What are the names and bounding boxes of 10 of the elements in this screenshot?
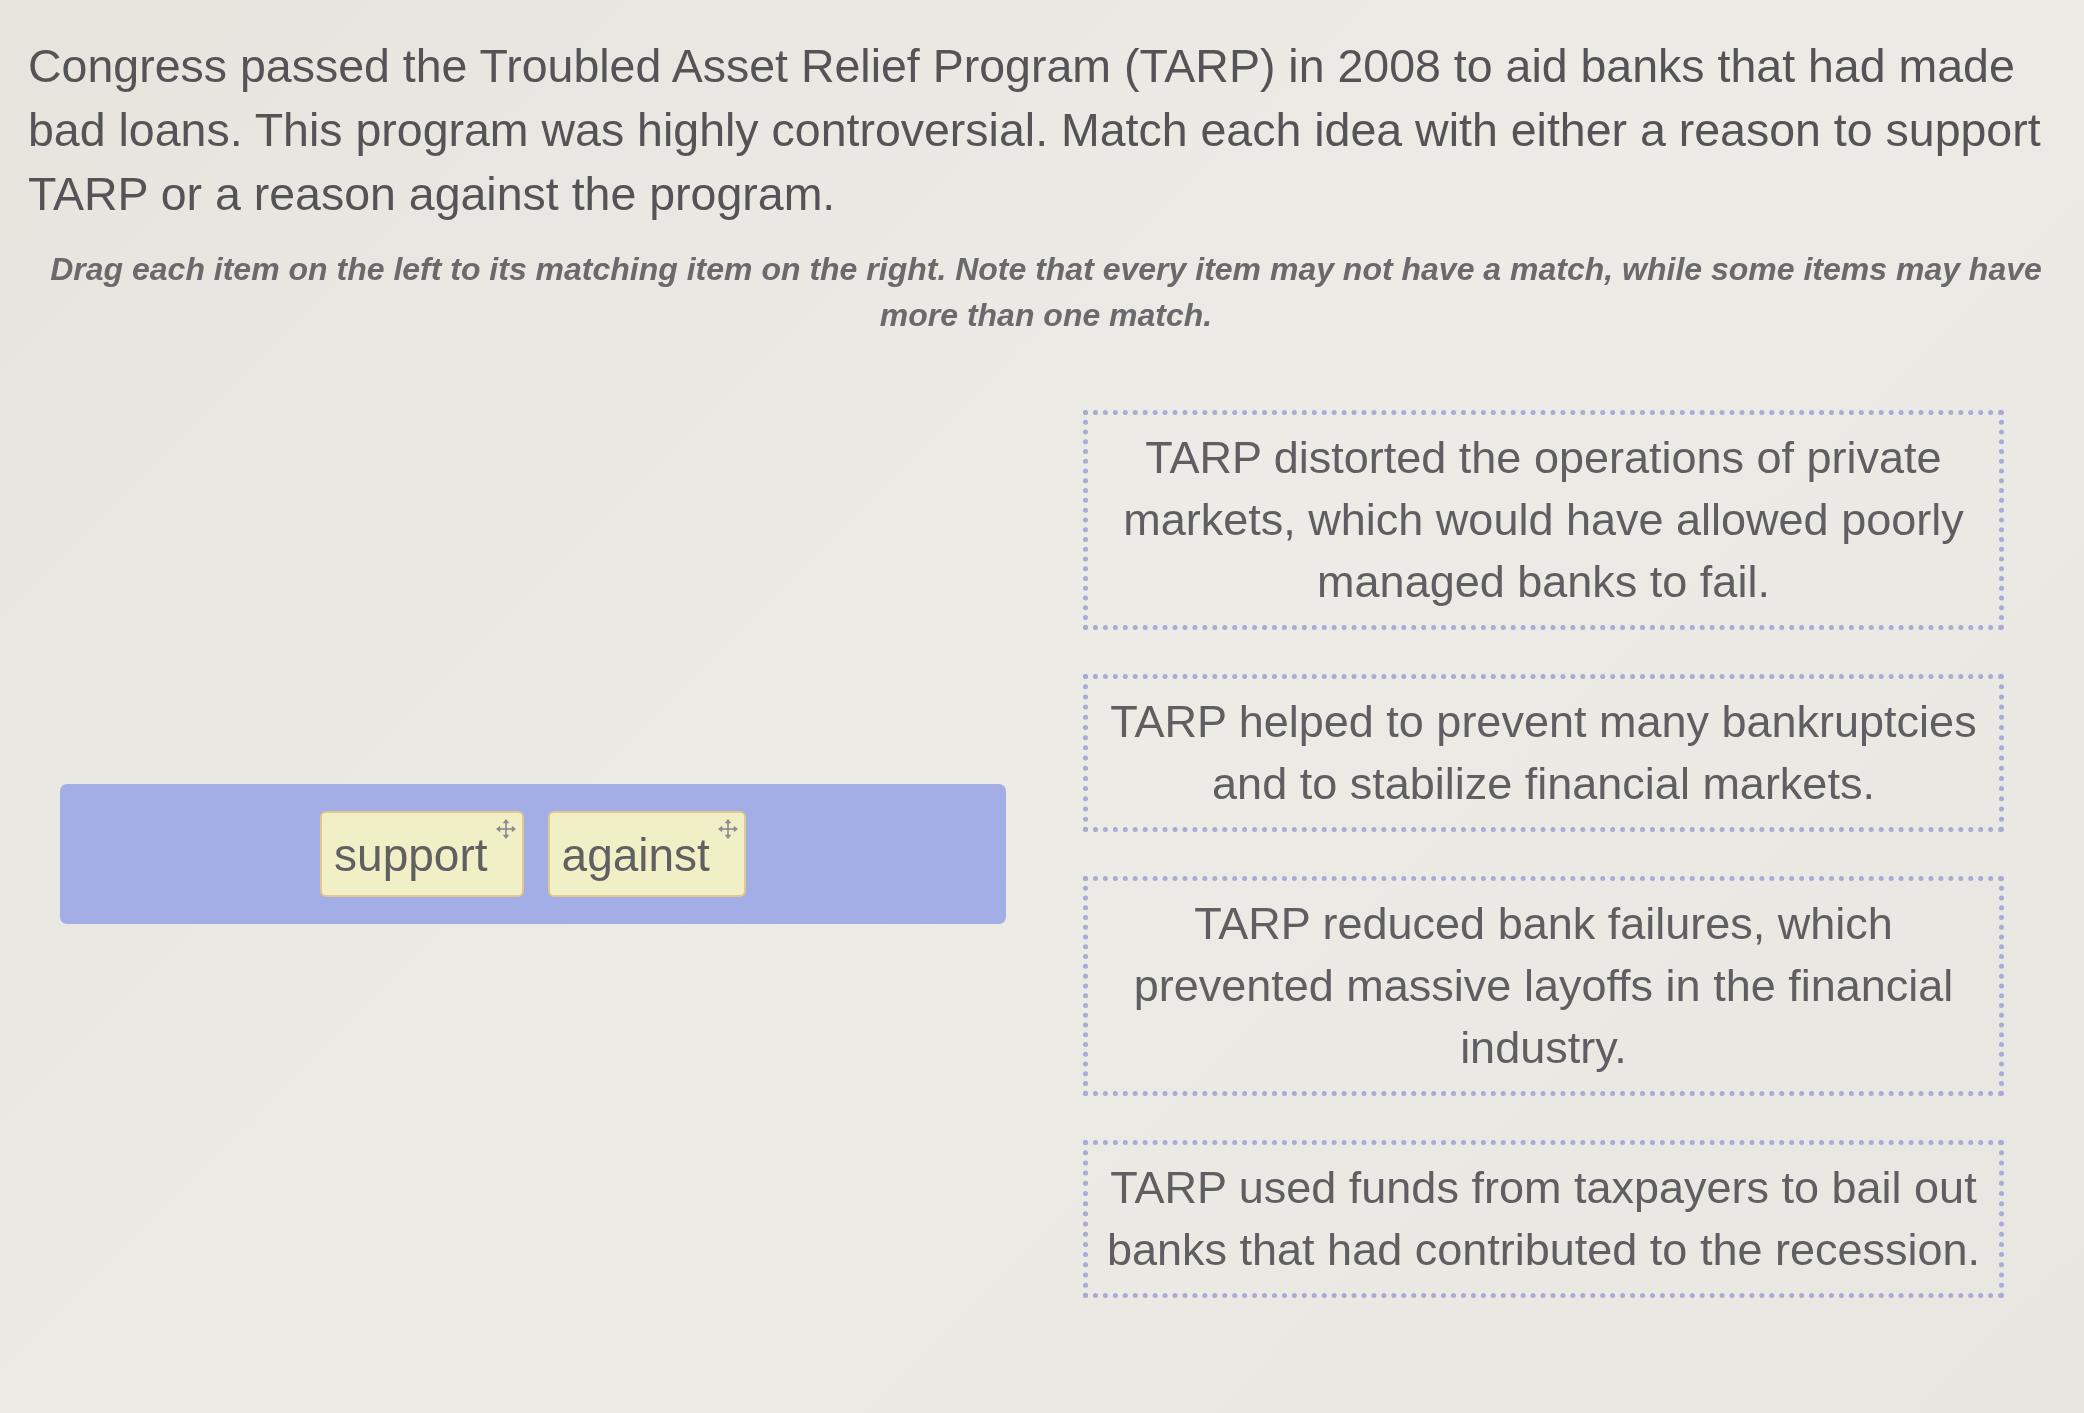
instructions-text: Drag each item on the left to its matching item on the right. Note that every item may not have a match, while some items may have more than one match.: [49, 250, 2043, 335]
move-icon: [495, 819, 516, 839]
question-text: Congress passed the Troubled Asset Relief Program (TARP) in 2008 to aid banks that had made bad loans. This program was highly controversial. Match each idea with either a reason to support TARP or a reason against the program.: [28, 39, 2042, 222]
drop-zone[interactable]: TARP reduced bank failures, which prevented massive layoffs in the financial industry.: [1083, 876, 2004, 1096]
drop-zone[interactable]: TARP helped to prevent many bankruptcies and to stabilize financial markets.: [1083, 674, 2004, 832]
drop-zone[interactable]: TARP used funds from taxpayers to bail out banks that had contributed to the recession.: [1083, 1140, 2004, 1298]
draggable-answer[interactable]: against: [547, 811, 746, 897]
drop-zone[interactable]: TARP distorted the operations of private markets, which would have allowed poorly managed banks to fail.: [1083, 410, 2004, 630]
move-icon: [717, 819, 738, 839]
draggable-answer[interactable]: support: [320, 811, 524, 897]
